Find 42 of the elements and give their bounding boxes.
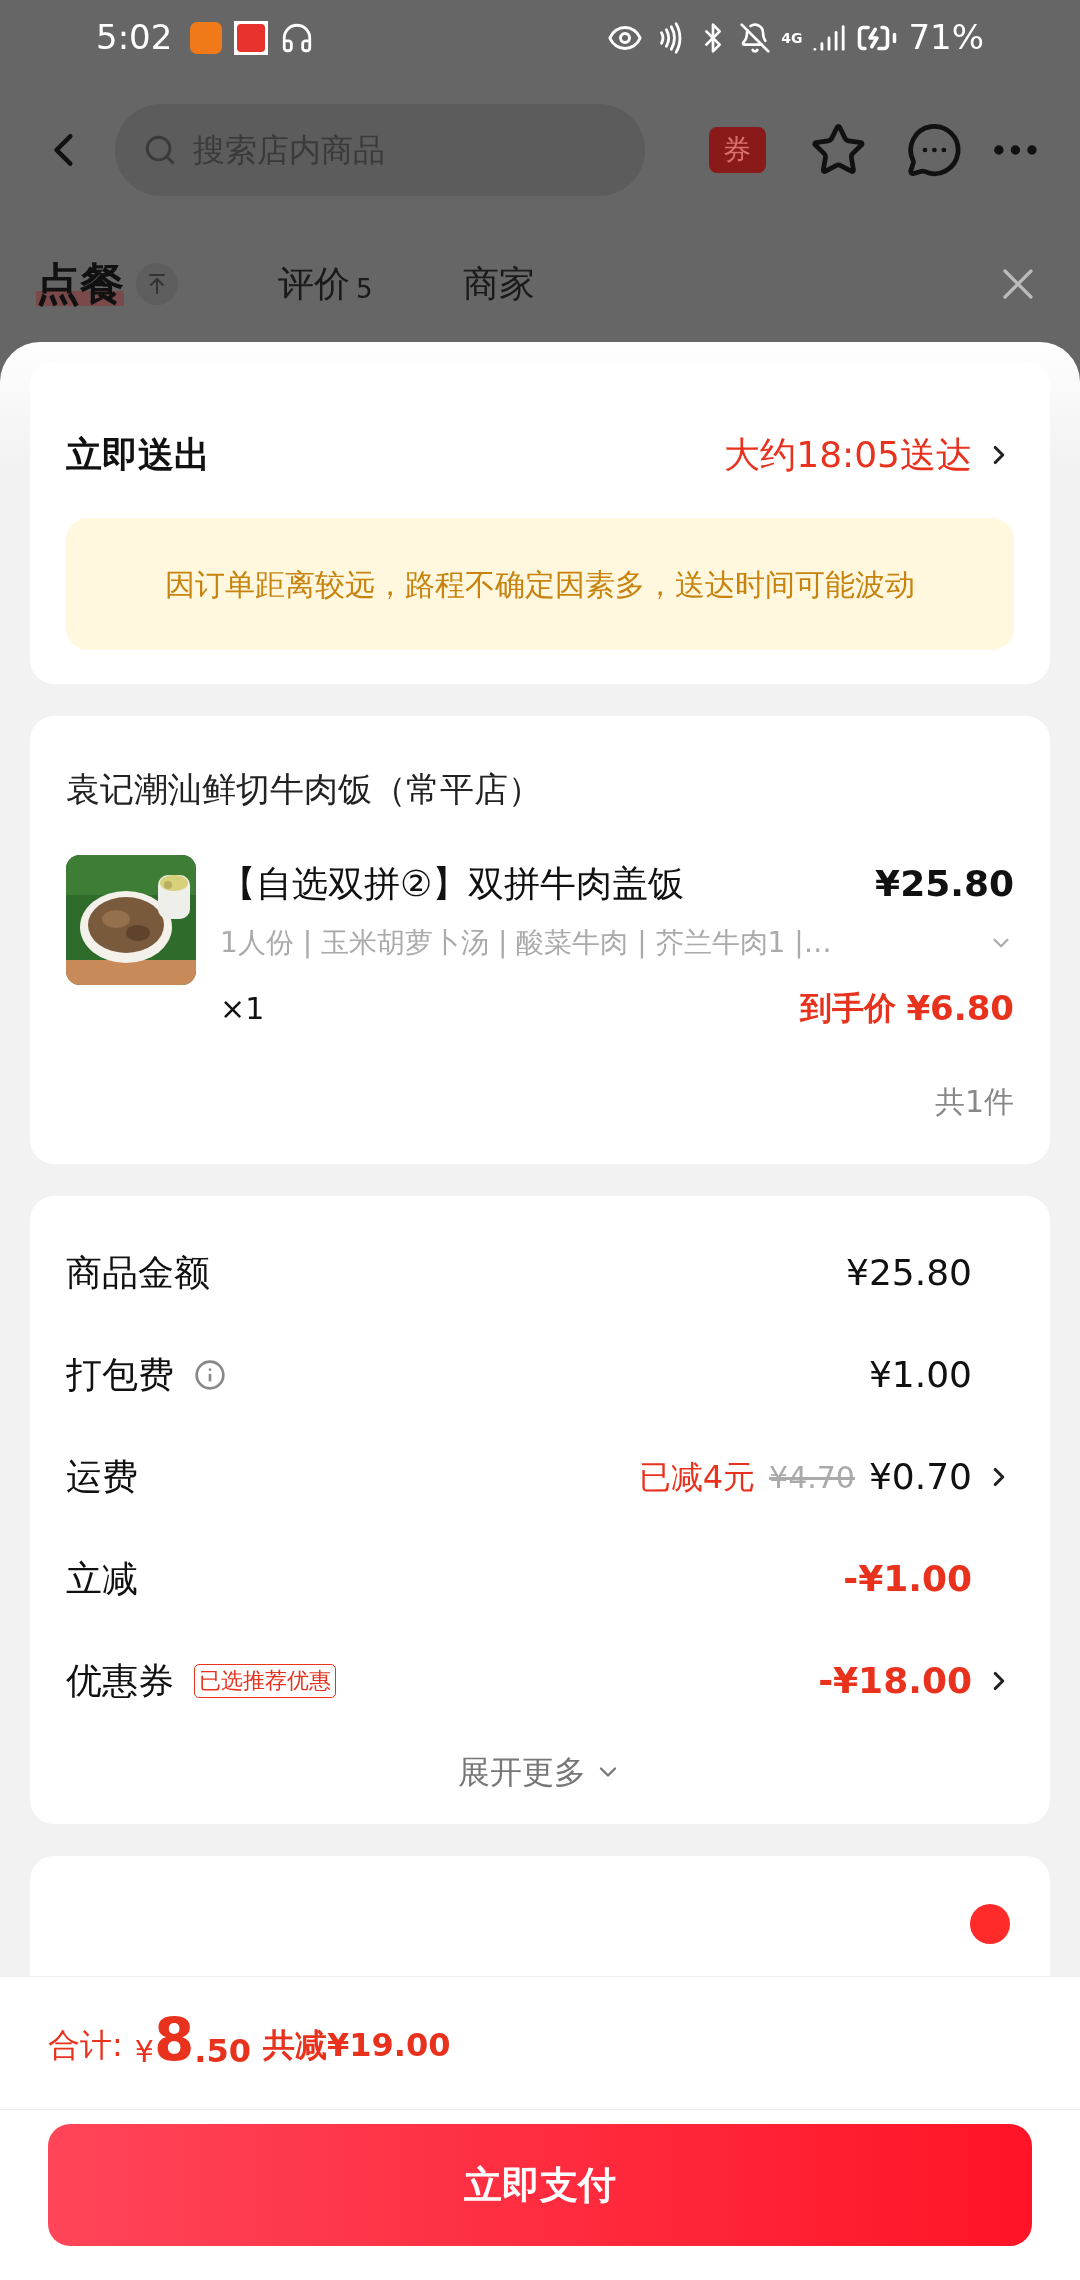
bell-off-icon [739,21,772,54]
store-name: 袁记潮汕鲜切牛肉饭（常平店） [66,768,543,811]
fee-value: -¥1.00 [843,1557,972,1601]
saved-amount: 已减4元 [638,1457,756,1498]
scroll-top-icon[interactable] [136,262,178,305]
delay-notice: 因订单距离较远，路程不确定因素多，送达时间可能波动 [66,518,1014,650]
fee-value: -¥18.00 [818,1659,972,1703]
pay-button[interactable]: 立即支付 [48,2124,1032,2246]
fee-label: 商品金额 [66,1251,210,1295]
delivery-eta[interactable]: 大约18:05送达 [724,428,972,482]
final-price: ¥6.80 [906,986,1014,1030]
tab[interactable]: 商家 [462,265,535,302]
battery-level: 71% [908,16,984,59]
original-price: ¥4.70 [769,1458,855,1497]
total-savings: 共减¥19.00 [262,2025,451,2066]
clock: 5:02 [96,16,173,59]
fee-label: 打包费 [66,1353,174,1397]
item-count: 共1件 [934,1083,1014,1121]
fee-label: 优惠券 [66,1659,174,1703]
fee-value: ¥25.80 [846,1251,972,1295]
tab[interactable]: 评价 5 [278,265,373,302]
coupon-tag: 已选推荐优惠 [194,1664,336,1698]
item-quantity: ×1 [220,989,265,1028]
final-price-label: 到手价 [800,988,897,1029]
coupon-badge[interactable]: 券 [708,127,766,173]
item-price: ¥25.80 [875,862,1014,906]
network-label: 4G [781,30,803,45]
fee-label: 立减 [66,1557,138,1601]
total-label: 合计: [48,2025,123,2066]
fee-value: ¥0.70 [868,1455,972,1499]
tab[interactable]: 点餐 [36,261,124,306]
fee-label: 运费 [66,1455,138,1499]
total-amount: ¥8.50 [134,2011,251,2069]
app-icon [190,21,223,54]
item-specs: 1人份 | 玉米胡萝卜汤 | 酸菜牛肉 | 芥兰牛肉1 |… [220,925,832,961]
delivery-title: 立即送出 [66,433,210,477]
app-icon [234,20,269,55]
info-icon[interactable] [194,1359,226,1391]
fee-value: ¥1.00 [868,1353,972,1397]
expand-more-button[interactable]: 展开更多 [458,1748,622,1796]
review-count: 5 [356,275,373,302]
item-title: 【自选双拼②】双拼牛肉盖饭 [220,862,685,906]
